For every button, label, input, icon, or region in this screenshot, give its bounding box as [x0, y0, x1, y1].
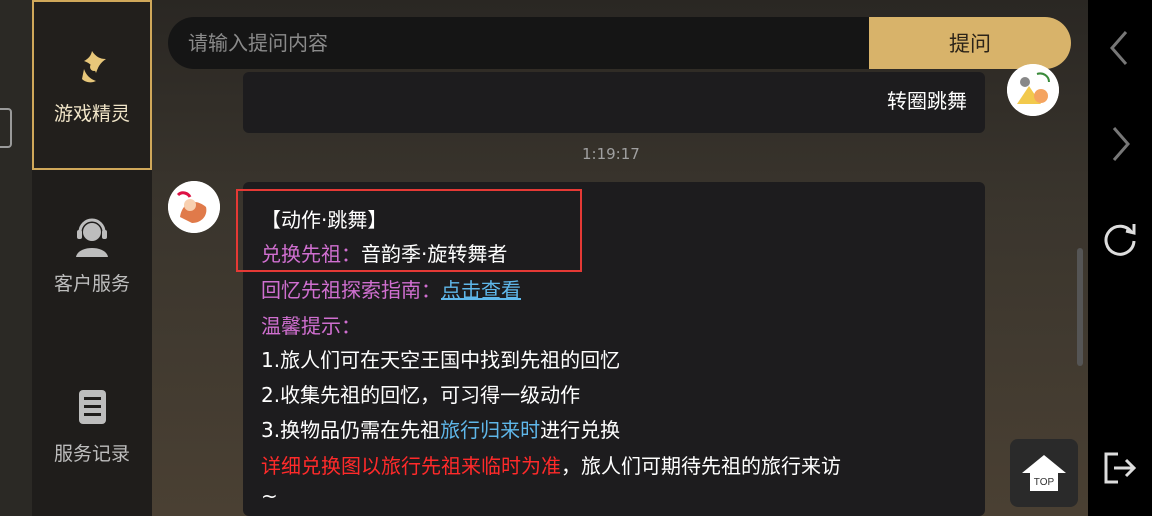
sidebar-item-label: 游戏精灵	[53, 102, 130, 125]
sidebar-item-label: 客户服务	[53, 272, 130, 295]
tip-3: 3.换物品仍需在先祖旅行归来时进行兑换	[261, 414, 620, 443]
guide-label: 回忆先祖探索指南：	[261, 278, 441, 302]
bot-reply-bubble: 【动作·跳舞】 兑换先祖：音韵季·旋转舞者 回忆先祖探索指南：点击查看 温馨提示…	[243, 182, 985, 516]
scrollbar[interactable]	[1077, 248, 1083, 366]
refresh-icon[interactable]	[1100, 219, 1140, 259]
record-list-icon	[79, 389, 106, 424]
headset-agent-icon	[76, 218, 108, 257]
tip-3-highlight: 旅行归来时	[440, 418, 541, 442]
user-message-text: 转圈跳舞	[887, 89, 967, 113]
tips-label: 温馨提示：	[261, 314, 361, 338]
sidebar-item-label: 服务记录	[53, 442, 130, 465]
note-red: 详细兑换图以旅行先祖来临时为准	[261, 454, 561, 478]
guide-line: 回忆先祖探索指南：点击查看	[261, 274, 521, 303]
bot-avatar	[168, 181, 220, 233]
exit-icon[interactable]	[1100, 448, 1140, 488]
ask-button[interactable]: 提问	[869, 17, 1071, 69]
sidebar: 游戏精灵 客户服务 服务记录	[32, 0, 152, 516]
chat-area: 提问 转圈跳舞 1:19:17 【动作·跳舞】 兑换先祖：音韵季·旋转舞者 回忆…	[152, 0, 1088, 516]
scroll-to-top-button[interactable]: TOP	[1010, 439, 1078, 507]
exchange-value: 音韵季·旋转舞者	[361, 242, 508, 266]
reply-title: 【动作·跳舞】	[261, 208, 388, 232]
bot-avatar-icon	[168, 181, 220, 233]
tip-1: 1.旅人们可在天空王国中找到先祖的回忆	[261, 348, 621, 372]
sidebar-item-service-records[interactable]: 服务记录	[32, 340, 152, 510]
user-message-bubble: 转圈跳舞	[243, 72, 985, 133]
left-edge-strip	[0, 0, 32, 516]
tip-2: 2.收集先祖的回忆，可习得一级动作	[261, 383, 581, 407]
home-top-icon: TOP	[1022, 455, 1066, 491]
top-label: TOP	[1034, 477, 1055, 488]
user-avatar[interactable]	[1007, 64, 1059, 116]
right-nav-bar	[1088, 0, 1152, 516]
user-avatar-icon	[1007, 64, 1059, 116]
note-line: 详细兑换图以旅行先祖来临时为准，旅人们可期待先祖的旅行来访	[261, 450, 841, 479]
exchange-line: 兑换先祖：音韵季·旋转舞者	[261, 238, 507, 267]
hexagon-icon	[0, 108, 12, 148]
sidebar-item-game-fairy[interactable]: 游戏精灵	[32, 0, 152, 170]
fairy-icon	[82, 50, 106, 82]
guide-link[interactable]: 点击查看	[441, 278, 521, 302]
message-timestamp: 1:19:17	[582, 145, 640, 163]
note-tail: ~	[261, 484, 278, 508]
search-input[interactable]	[168, 17, 869, 69]
back-chevron-icon[interactable]	[1100, 28, 1140, 68]
forward-chevron-icon[interactable]	[1100, 124, 1140, 164]
note-rest: ，旅人们可期待先祖的旅行来访	[561, 454, 841, 478]
search-bar: 提问	[168, 17, 1071, 69]
exchange-label: 兑换先祖：	[261, 242, 361, 266]
sidebar-item-customer-service[interactable]: 客户服务	[32, 170, 152, 340]
tip-3-prefix: 3.换物品仍需在先祖	[261, 418, 441, 442]
tip-3-suffix: 进行兑换	[540, 418, 621, 442]
